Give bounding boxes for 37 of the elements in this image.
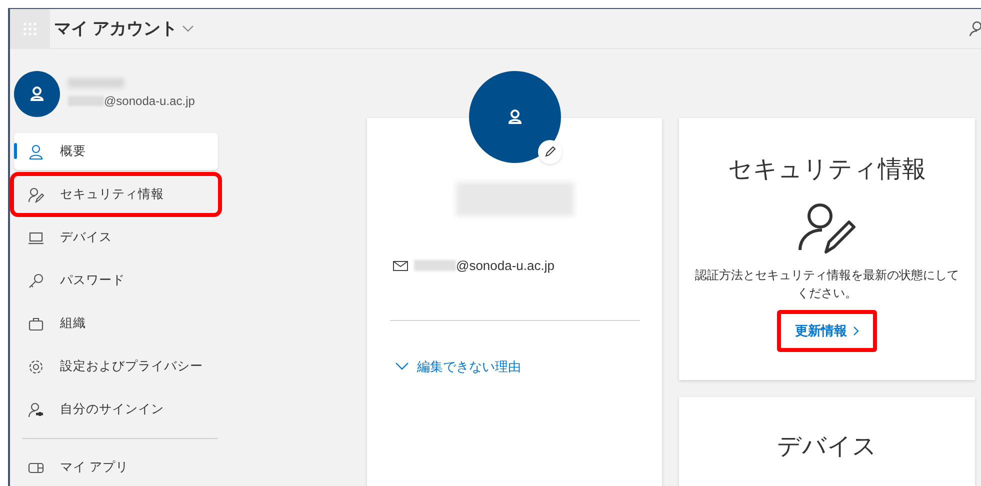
person-icon [28,144,44,160]
pencil-icon [544,146,556,158]
gear-icon [28,358,44,374]
nav-item[interactable]: 設定およびプライバシー [14,348,218,385]
person-icon [508,109,522,125]
person-pen-icon [798,202,856,254]
mail-icon [393,260,408,271]
expander-link[interactable]: 編集できない理由 [395,356,521,376]
key-icon [28,272,44,288]
account-email: @sonoda-u.ac.jp [104,93,195,110]
person-pen-icon [28,186,44,202]
nav-item[interactable]: マイ アプリ [14,449,218,486]
chevron-down-icon[interactable] [182,24,194,32]
nav-item[interactable]: デバイス [14,219,218,256]
nav-item[interactable]: 組織 [14,305,218,342]
profile-email: @sonoda-u.ac.jp [456,257,554,275]
edit-photo-button[interactable] [538,140,562,164]
nav-item[interactable]: パスワード [14,262,218,299]
card-title: セキュリティ情報 [728,155,926,185]
person-key-icon [28,402,44,418]
chevron-right-icon [853,326,859,336]
chevron-down-icon [395,362,409,370]
nav-item[interactable]: 自分のサインイン [14,391,218,428]
person-icon [30,86,44,102]
briefcase-icon [28,316,44,332]
nav-item[interactable]: 概要 [14,133,218,170]
nav-item[interactable]: セキュリティ情報 [14,176,218,213]
person-icon[interactable] [969,20,981,38]
laptop-icon [28,230,44,246]
redacted-name [68,78,124,88]
card-description: 認証方法とセキュリティ情報を最新の状態にしてください。 [694,267,960,302]
selection-indicator [14,143,17,159]
update-link[interactable]: 更新情報 [777,310,877,352]
redacted-text [414,260,456,272]
card-title: デバイス [777,432,877,462]
app-title[interactable]: マイ アカウント [54,16,178,42]
waffle-icon [23,22,37,36]
